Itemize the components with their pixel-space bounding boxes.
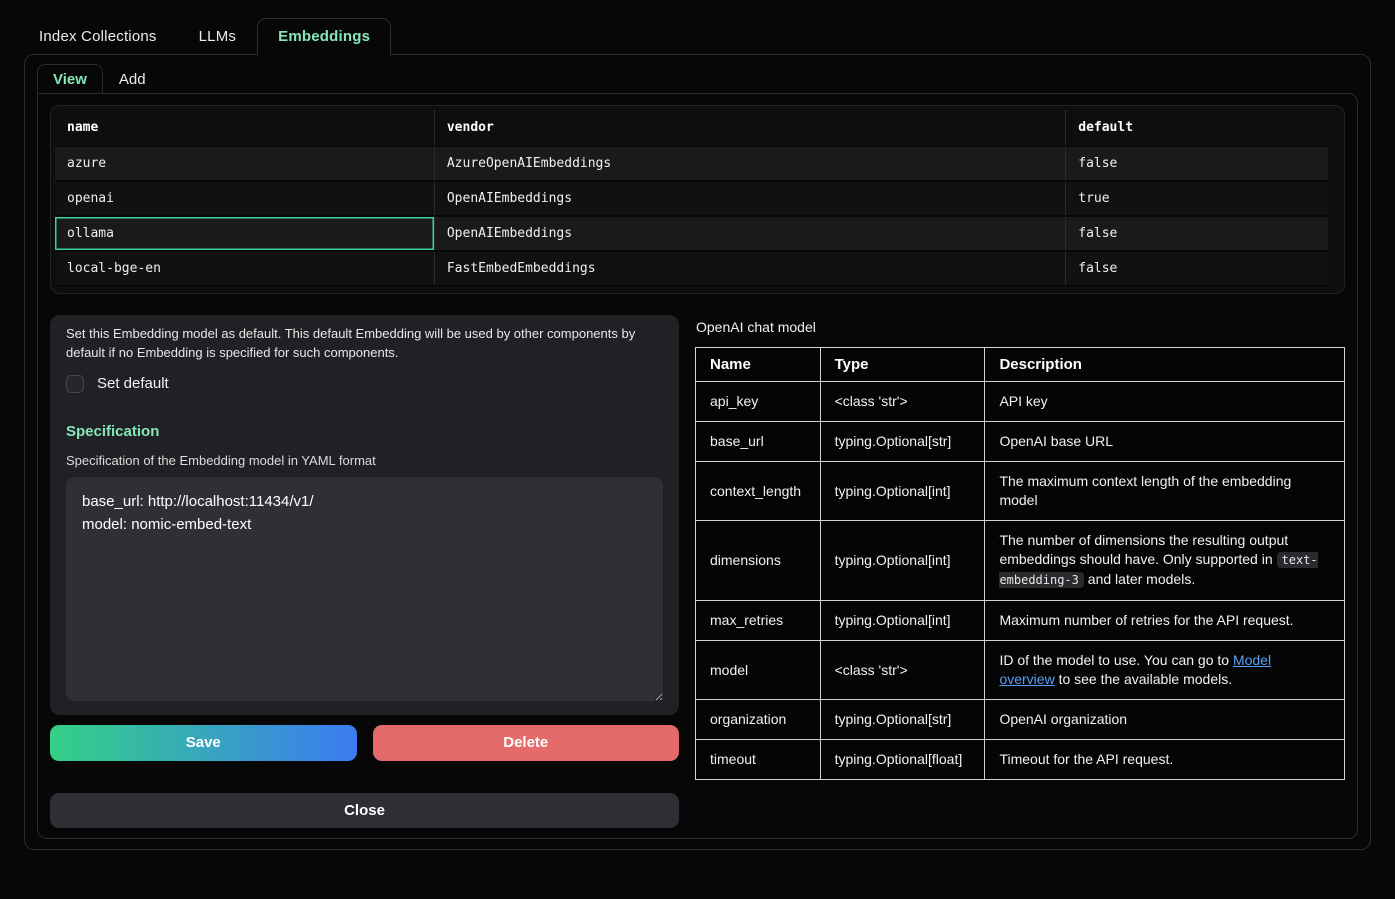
param-name: timeout (696, 740, 821, 780)
subtab-view[interactable]: View (37, 64, 103, 94)
cell-name[interactable]: azure (55, 146, 434, 181)
cell-vendor[interactable]: FastEmbedEmbeddings (434, 251, 1065, 286)
table-row-ollama-selected[interactable]: ollama OpenAIEmbeddings false (55, 216, 1328, 251)
cell-default[interactable]: false (1066, 216, 1328, 251)
param-row-max-retries: max_retries typing.Optional[int] Maximum… (696, 601, 1345, 641)
param-type: typing.Optional[str] (820, 700, 985, 740)
param-name: max_retries (696, 601, 821, 641)
column-header-param-description: Description (985, 348, 1345, 382)
param-name: model (696, 641, 821, 700)
yaml-spec-input[interactable]: base_url: http://localhost:11434/v1/ mod… (66, 477, 663, 701)
param-name: base_url (696, 422, 821, 462)
cell-name-selected[interactable]: ollama (55, 216, 434, 251)
table-row-azure[interactable]: azure AzureOpenAIEmbeddings false (55, 146, 1328, 181)
model-info-table: Name Type Description api_key <class 'st… (695, 347, 1345, 780)
param-description: Timeout for the API request. (985, 740, 1345, 780)
param-description: ID of the model to use. You can go to Mo… (985, 641, 1345, 700)
param-row-dimensions: dimensions typing.Optional[int] The numb… (696, 521, 1345, 601)
embeddings-table: name vendor default azure AzureOpenAIEmb… (55, 110, 1328, 287)
tab-embeddings[interactable]: Embeddings (257, 18, 391, 54)
model-info-section: OpenAI chat model Name Type Description (695, 315, 1345, 828)
close-button[interactable]: Close (50, 793, 679, 828)
param-type: typing.Optional[str] (820, 422, 985, 462)
view-panel: name vendor default azure AzureOpenAIEmb… (37, 93, 1358, 839)
cell-name[interactable]: openai (55, 181, 434, 216)
tab-index-collections[interactable]: Index Collections (18, 18, 178, 54)
column-header-name: name (55, 110, 434, 146)
param-description: OpenAI organization (985, 700, 1345, 740)
cell-vendor[interactable]: OpenAIEmbeddings (434, 181, 1065, 216)
table-row-local-bge-en[interactable]: local-bge-en FastEmbedEmbeddings false (55, 251, 1328, 286)
column-header-vendor: vendor (434, 110, 1065, 146)
embeddings-table-container: name vendor default azure AzureOpenAIEmb… (50, 105, 1345, 294)
cell-default[interactable]: false (1066, 251, 1328, 286)
default-settings-panel: Set this Embedding model as default. Thi… (50, 315, 679, 715)
specification-helper: Specification of the Embedding model in … (66, 453, 663, 468)
cell-vendor[interactable]: OpenAIEmbeddings (434, 216, 1065, 251)
embeddings-panel: View Add name vendor default (24, 54, 1371, 850)
action-buttons-row: Save Delete (50, 725, 679, 761)
cell-name[interactable]: local-bge-en (55, 251, 434, 286)
param-name: organization (696, 700, 821, 740)
save-button[interactable]: Save (50, 725, 357, 761)
default-description: Set this Embedding model as default. Thi… (66, 325, 663, 363)
cell-default[interactable]: true (1066, 181, 1328, 216)
sub-tabbar: View Add (37, 64, 1358, 94)
param-description: API key (985, 382, 1345, 422)
param-description: The maximum context length of the embedd… (985, 462, 1345, 521)
set-default-checkbox-row[interactable]: Set default (66, 375, 169, 393)
param-type: typing.Optional[float] (820, 740, 985, 780)
param-row-base-url: base_url typing.Optional[str] OpenAI bas… (696, 422, 1345, 462)
param-row-model: model <class 'str'> ID of the model to u… (696, 641, 1345, 700)
column-header-param-name: Name (696, 348, 821, 382)
set-default-label: Set default (97, 375, 169, 392)
param-type: typing.Optional[int] (820, 521, 985, 601)
cell-vendor[interactable]: AzureOpenAIEmbeddings (434, 146, 1065, 181)
table-row-openai[interactable]: openai OpenAIEmbeddings true (55, 181, 1328, 216)
param-name: api_key (696, 382, 821, 422)
model-info-title: OpenAI chat model (696, 319, 1345, 335)
param-row-api-key: api_key <class 'str'> API key (696, 382, 1345, 422)
column-header-param-type: Type (820, 348, 985, 382)
embeddings-table-header-row: name vendor default (55, 110, 1328, 146)
subtab-add[interactable]: Add (103, 64, 162, 94)
param-description: The number of dimensions the resulting o… (985, 521, 1345, 601)
param-type: typing.Optional[int] (820, 601, 985, 641)
model-info-header-row: Name Type Description (696, 348, 1345, 382)
column-header-default: default (1066, 110, 1328, 146)
param-row-timeout: timeout typing.Optional[float] Timeout f… (696, 740, 1345, 780)
param-description: Maximum number of retries for the API re… (985, 601, 1345, 641)
param-row-organization: organization typing.Optional[str] OpenAI… (696, 700, 1345, 740)
delete-button[interactable]: Delete (373, 725, 680, 761)
edit-column: Set this Embedding model as default. Thi… (50, 315, 679, 828)
param-type: typing.Optional[int] (820, 462, 985, 521)
cell-default[interactable]: false (1066, 146, 1328, 181)
set-default-checkbox[interactable] (66, 375, 84, 393)
param-row-context-length: context_length typing.Optional[int] The … (696, 462, 1345, 521)
param-name: context_length (696, 462, 821, 521)
param-type: <class 'str'> (820, 382, 985, 422)
app-root: Index Collections LLMs Embeddings View A… (0, 18, 1395, 850)
param-type: <class 'str'> (820, 641, 985, 700)
param-description: OpenAI base URL (985, 422, 1345, 462)
main-tabbar: Index Collections LLMs Embeddings (0, 18, 1395, 54)
param-name: dimensions (696, 521, 821, 601)
tab-llms[interactable]: LLMs (178, 18, 257, 54)
specification-heading: Specification (66, 423, 663, 440)
